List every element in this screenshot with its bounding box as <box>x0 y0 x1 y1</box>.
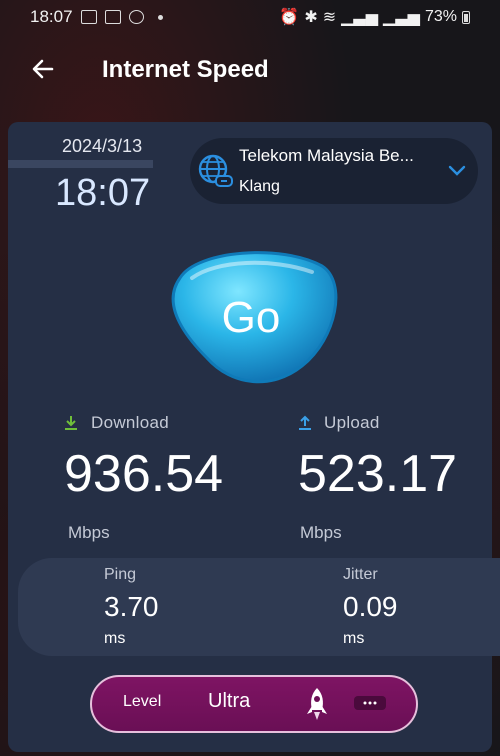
ping-unit: ms <box>104 630 126 647</box>
more-dots-icon <box>363 701 377 705</box>
level-label: Level <box>123 693 162 710</box>
ping-jitter-panel <box>18 558 500 656</box>
test-date: 2024/3/13 <box>62 136 143 156</box>
status-bar: 18:07 ⏰ ✱ ≋ ▁▃▅ ▁▃▅ 73% <box>0 0 500 34</box>
chevron-down-icon[interactable] <box>448 163 466 177</box>
alarm-icon: ⏰ <box>279 9 300 26</box>
go-button[interactable] <box>162 248 340 390</box>
speed-card <box>8 122 492 752</box>
gallery-icon <box>80 10 97 24</box>
globe-link-icon <box>198 154 233 187</box>
level-value: Ultra <box>208 690 251 712</box>
signal2-icon: ▁▃▅ <box>383 9 420 26</box>
app-bar: Internet Speed <box>0 40 500 100</box>
status-right: ⏰ ✱ ≋ ▁▃▅ ▁▃▅ 73% <box>279 7 470 27</box>
more-button[interactable] <box>354 696 386 710</box>
back-arrow-icon[interactable] <box>30 56 56 82</box>
wifi-icon: ≋ <box>322 9 337 26</box>
server-name: Telekom Malaysia Be... <box>239 146 414 165</box>
battery-icon <box>462 10 470 24</box>
download-value: 936.54 <box>64 445 224 503</box>
download-label: Download <box>91 413 170 432</box>
download-unit: Mbps <box>68 523 110 542</box>
signal-icon: ▁▃▅ <box>341 9 379 26</box>
upload-unit: Mbps <box>300 523 342 542</box>
date-divider <box>8 160 153 168</box>
upload-value: 523.17 <box>298 445 458 503</box>
ping-label: Ping <box>104 566 137 583</box>
upload-label: Upload <box>324 413 380 432</box>
ping-value: 3.70 <box>104 591 159 622</box>
test-time: 18:07 <box>55 172 151 214</box>
jitter-value: 0.09 <box>343 591 398 622</box>
upload-arrow-icon <box>299 415 311 430</box>
page-title: Internet Speed <box>102 56 269 83</box>
notification-dot-icon <box>157 14 163 20</box>
card-icon <box>104 10 121 24</box>
download-arrow-icon <box>65 416 77 430</box>
bluetooth-icon: ✱ <box>304 9 318 26</box>
jitter-unit: ms <box>343 630 365 647</box>
battery-percent: 73% <box>424 8 457 25</box>
status-time: 18:07 <box>30 7 73 26</box>
status-left: 18:07 <box>30 7 163 27</box>
jitter-label: Jitter <box>343 566 378 583</box>
server-city: Klang <box>239 178 280 195</box>
rocket-icon <box>307 688 327 720</box>
whatsapp-icon <box>128 10 144 24</box>
